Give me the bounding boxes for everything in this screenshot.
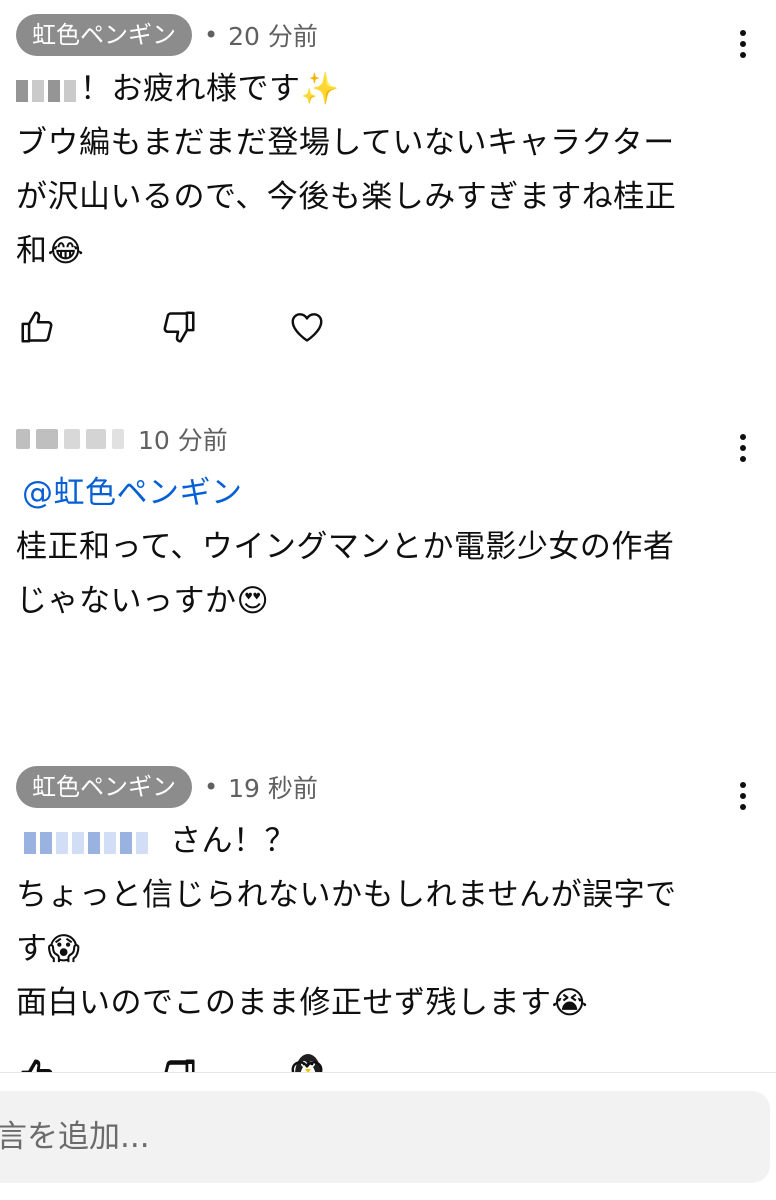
more-vertical-icon[interactable] — [736, 434, 750, 468]
comment-time: 19 秒前 — [228, 774, 318, 803]
comment-meta: 虹色ペンギン • 19 秒前 — [16, 766, 318, 808]
comment-body: ！お疲れ様です✨ ブウ編もまだまだ登場していないキャラクター が沢山いるので、今… — [16, 62, 756, 278]
comment-line: ！お疲れ様です✨ — [16, 62, 756, 116]
comment-meta: 虹色ペンギン • 20 分前 — [16, 14, 318, 56]
blurred-name — [16, 79, 76, 102]
comment-body: さん！？ ちょっと信じられないかもしれませんが誤字で す😱 面白いのでこのまま修… — [16, 814, 756, 1030]
comment-actions — [0, 308, 776, 348]
comment-meta: 10 分前 — [16, 418, 228, 460]
heart-icon[interactable] — [288, 308, 326, 346]
thumbs-up-icon[interactable] — [18, 308, 56, 346]
blurred-mention[interactable] — [24, 831, 148, 854]
comment-line: が沢山いるので、今後も楽しみすぎますね桂正 — [16, 179, 677, 215]
author-chip[interactable]: 虹色ペンギン — [16, 14, 192, 56]
mention-link[interactable]: @虹色ペンギン — [16, 466, 756, 520]
comment-line: 面白いのでこのまま修正せず残します😭 — [16, 985, 589, 1021]
comment-line: 和😂 — [16, 233, 85, 269]
blurred-author[interactable] — [16, 429, 124, 449]
more-vertical-icon[interactable] — [736, 782, 750, 816]
comment-line: ブウ編もまだまだ登場していないキャラクター — [16, 125, 675, 161]
thumbs-down-icon[interactable] — [160, 308, 198, 346]
comment-time: 10 分前 — [138, 426, 228, 455]
reply-input[interactable]: 言を追加... — [0, 1091, 770, 1183]
comment-line: ちょっと信じられないかもしれませんが誤字で — [16, 877, 677, 913]
reply-bar: 言を追加... — [0, 1072, 776, 1200]
separator-dot: • — [204, 21, 219, 49]
comment-time: 20 分前 — [228, 22, 318, 51]
comment-body: @虹色ペンギン 桂正和って、ウイングマンとか電影少女の作者 じゃないっすか😍 — [16, 466, 756, 628]
author-chip[interactable]: 虹色ペンギン — [16, 766, 192, 808]
comment-line: す😱 — [16, 931, 81, 967]
more-vertical-icon[interactable] — [736, 30, 750, 64]
comment-line: 桂正和って、ウイングマンとか電影少女の作者 — [16, 529, 675, 565]
comment-line: じゃないっすか😍 — [16, 583, 270, 619]
separator-dot: • — [204, 773, 219, 801]
comment-line: さん！？ — [16, 814, 756, 868]
